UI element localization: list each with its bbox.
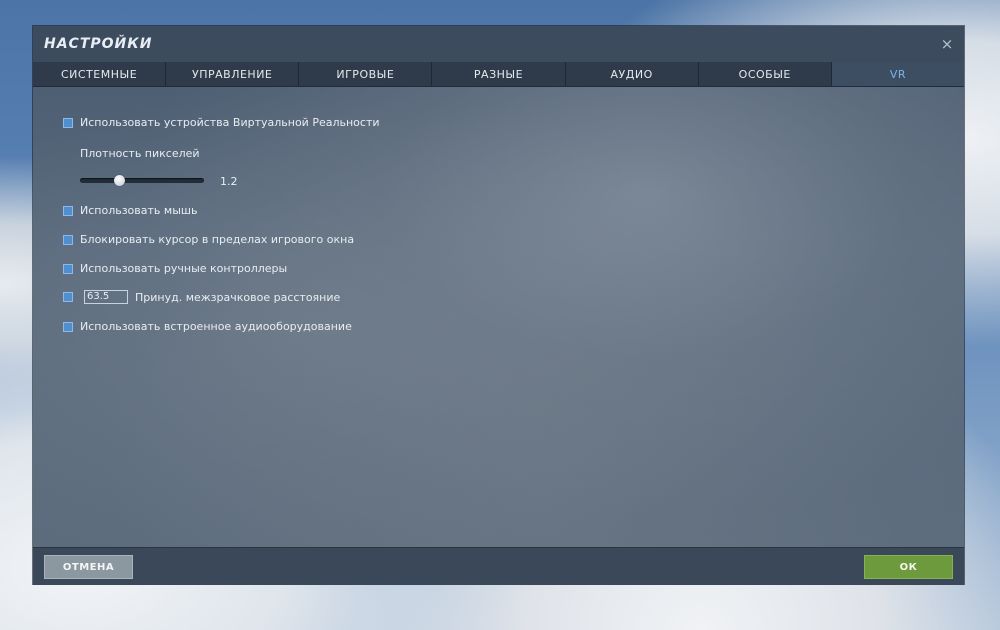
tab-controls[interactable]: УПРАВЛЕНИЕ xyxy=(166,62,300,86)
cancel-button[interactable]: ОТМЕНА xyxy=(44,555,133,579)
pixel-density-slider[interactable] xyxy=(80,175,204,186)
builtin-audio-label: Использовать встроенное аудиооборудовани… xyxy=(80,320,352,333)
slider-thumb[interactable] xyxy=(114,175,125,186)
pixel-density-label: Плотность пикселей xyxy=(80,147,200,160)
lock-cursor-checkbox[interactable] xyxy=(63,234,73,245)
use-vr-checkbox[interactable] xyxy=(63,117,73,128)
dialog-title: НАСТРОЙКИ xyxy=(44,36,153,52)
ipd-label: Принуд. межзрачковое расстояние xyxy=(135,290,341,304)
vr-settings-panel: Использовать устройства Виртуальной Реал… xyxy=(33,87,964,547)
tab-special[interactable]: ОСОБЫЕ xyxy=(699,62,832,86)
use-mouse-label: Использовать мышь xyxy=(80,204,198,217)
lock-cursor-label: Блокировать курсор в пределах игрового о… xyxy=(80,233,355,246)
close-icon[interactable]: × xyxy=(938,35,956,53)
dialog-footer: ОТМЕНА ОК xyxy=(33,547,964,585)
use-vr-label: Использовать устройства Виртуальной Реал… xyxy=(80,116,380,129)
use-mouse-row: Использовать мышь xyxy=(63,204,197,217)
tab-vr[interactable]: VR xyxy=(831,62,964,86)
builtin-audio-checkbox[interactable] xyxy=(63,321,73,332)
tab-gameplay[interactable]: ИГРОВЫЕ xyxy=(299,62,433,86)
lock-cursor-row: Блокировать курсор в пределах игрового о… xyxy=(63,233,354,246)
builtin-audio-row: Использовать встроенное аудиооборудовани… xyxy=(63,320,352,333)
use-vr-row: Использовать устройства Виртуальной Реал… xyxy=(63,116,380,129)
ipd-checkbox[interactable] xyxy=(63,292,73,302)
ok-button[interactable]: ОК xyxy=(864,555,953,579)
slider-track xyxy=(80,178,204,183)
settings-dialog: НАСТРОЙКИ × СИСТЕМНЫЕ УПРАВЛЕНИЕ ИГРОВЫЕ… xyxy=(33,26,964,585)
settings-tabs: СИСТЕМНЫЕ УПРАВЛЕНИЕ ИГРОВЫЕ РАЗНЫЕ АУДИ… xyxy=(33,62,964,87)
ipd-row: 63.5 Принуд. межзрачковое расстояние xyxy=(63,290,340,304)
tab-system[interactable]: СИСТЕМНЫЕ xyxy=(33,62,167,86)
hand-controllers-label: Использовать ручные контроллеры xyxy=(80,262,288,275)
hand-controllers-checkbox[interactable] xyxy=(63,263,73,274)
tab-misc[interactable]: РАЗНЫЕ xyxy=(432,62,566,86)
ipd-input[interactable]: 63.5 xyxy=(84,290,128,304)
dialog-titlebar: НАСТРОЙКИ × xyxy=(33,26,964,63)
tab-audio[interactable]: АУДИО xyxy=(566,62,699,86)
use-mouse-checkbox[interactable] xyxy=(63,205,73,216)
pixel-density-value: 1.2 xyxy=(220,175,238,188)
hand-controllers-row: Использовать ручные контроллеры xyxy=(63,262,287,275)
